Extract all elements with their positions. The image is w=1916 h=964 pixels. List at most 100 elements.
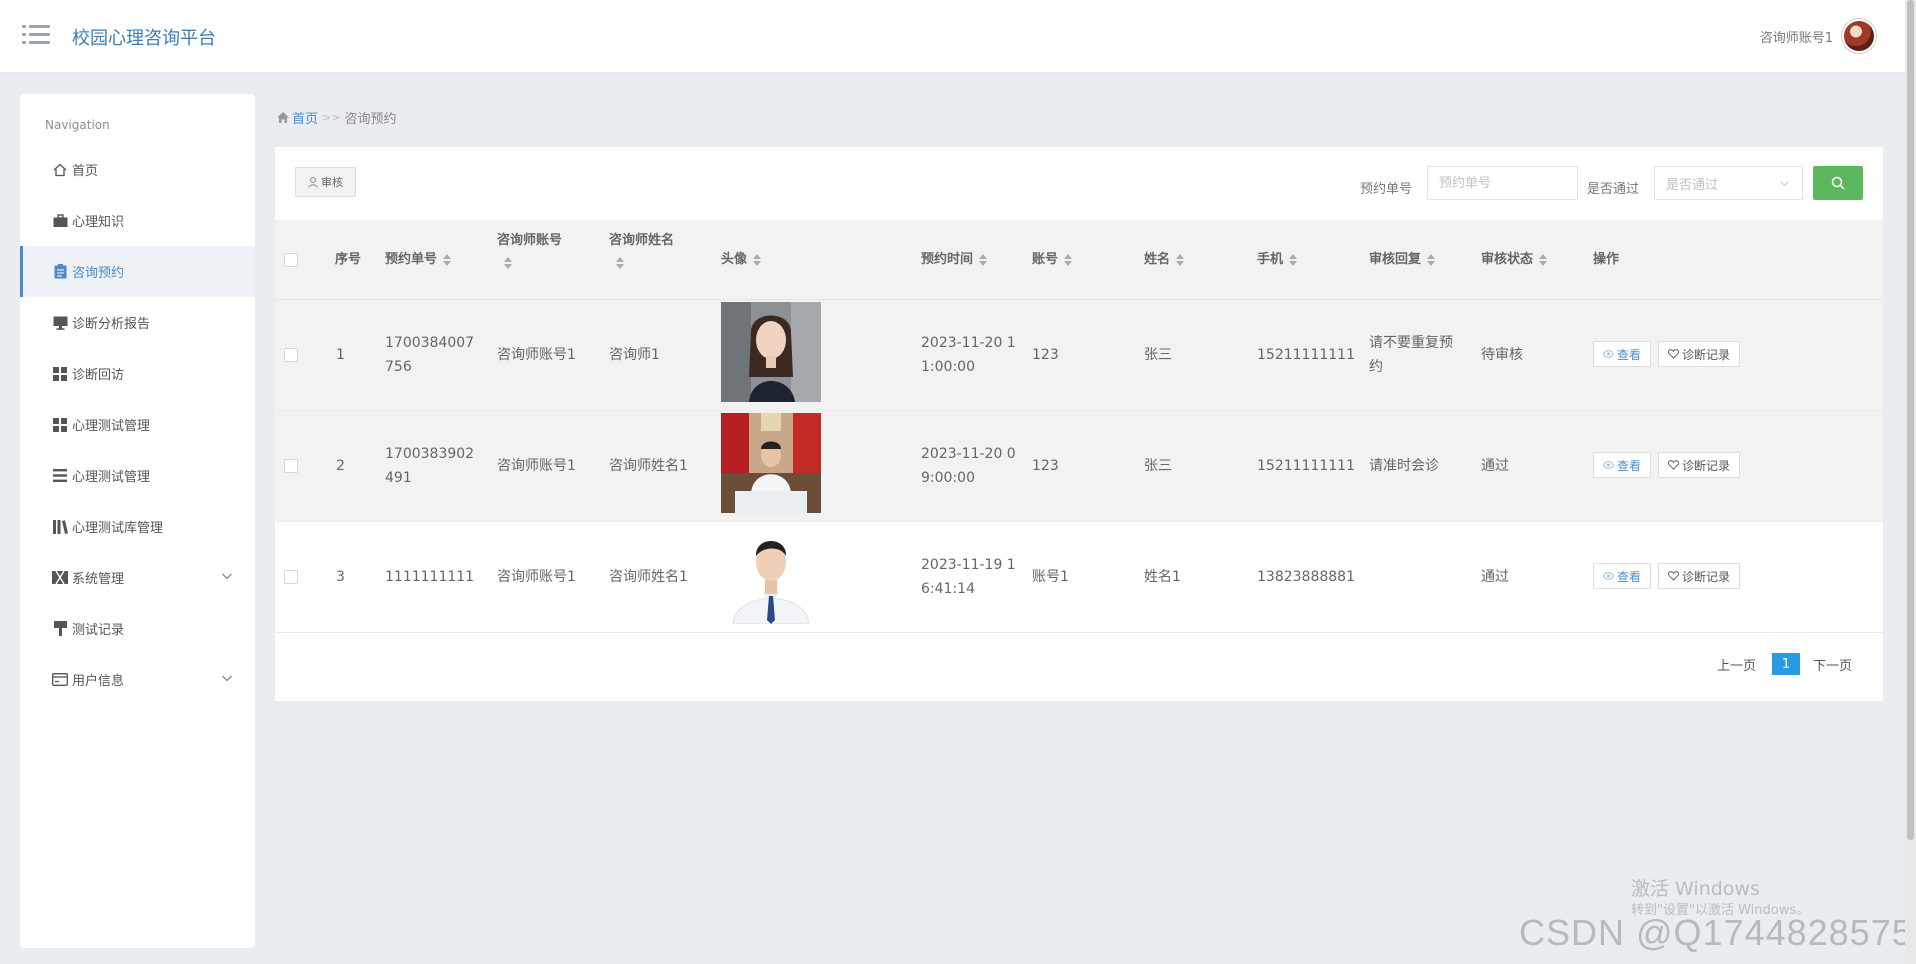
sidebar-item-user-info[interactable]: 用户信息 (20, 654, 255, 705)
column-header-name[interactable]: 姓名 (1144, 249, 1185, 271)
sort-icon[interactable] (1539, 253, 1548, 266)
sidebar-item-test-library[interactable]: 心理测试库管理 (20, 501, 255, 552)
sidebar-item-label: 心理知识 (72, 215, 125, 230)
chevron-down-icon (222, 675, 232, 682)
cell-counselor-name: 咨询师1 (609, 347, 660, 363)
sidebar-item-report[interactable]: 诊断分析报告 (20, 297, 255, 348)
user-icon (308, 176, 318, 188)
avatar[interactable] (1842, 19, 1876, 53)
cell-time: 2023-11-20 11:00:00 (921, 335, 1016, 375)
breadcrumb-current: 咨询预约 (344, 112, 397, 127)
sidebar-item-appointment[interactable]: 咨询预约 (20, 246, 255, 297)
eye-icon (1603, 572, 1614, 580)
sidebar-item-test-manage-list[interactable]: 心理测试管理 (20, 450, 255, 501)
view-button[interactable]: 查看 (1593, 563, 1652, 589)
audit-button[interactable]: 审核 (295, 167, 356, 197)
briefcase-icon (52, 213, 68, 229)
sort-icon[interactable] (443, 253, 452, 266)
cell-index: 1 (336, 347, 345, 363)
cell-counselor-account: 咨询师账号1 (497, 347, 576, 363)
cell-index: 3 (336, 569, 345, 585)
eye-icon (1603, 350, 1614, 358)
table-row: 3 1111111111 咨询师账号1 咨询师姓名1 2023-11-19 16… (275, 522, 1883, 633)
menu-toggle-icon[interactable] (22, 24, 50, 46)
id-card-icon (52, 672, 68, 688)
cell-counselor-name: 咨询师姓名1 (609, 569, 688, 585)
column-header-account[interactable]: 账号 (1032, 249, 1073, 271)
cell-status: 通过 (1481, 458, 1509, 474)
avatar-photo (721, 302, 821, 402)
row-checkbox[interactable] (284, 459, 298, 473)
film-icon (52, 570, 68, 586)
pass-status-select[interactable]: 是否通过 (1654, 166, 1803, 200)
column-header-phone[interactable]: 手机 (1257, 249, 1298, 271)
sidebar-item-test-manage[interactable]: 心理测试管理 (20, 399, 255, 450)
column-header-counselor-name[interactable]: 咨询师姓名 (609, 230, 699, 274)
table-row: 1 1700384007756 咨询师账号1 咨询师1 2023-11-20 1… (275, 300, 1883, 411)
user-name[interactable]: 咨询师账号1 (1760, 27, 1833, 46)
sort-icon[interactable] (1289, 253, 1298, 266)
cell-reply: 请准时会诊 (1369, 458, 1439, 474)
diagnosis-records-button[interactable]: 诊断记录 (1658, 452, 1741, 478)
select-all-checkbox[interactable] (284, 253, 298, 267)
search-button[interactable] (1813, 166, 1863, 200)
page-scrollbar[interactable] (1905, 0, 1916, 964)
cell-account: 123 (1032, 458, 1059, 474)
view-button[interactable]: 查看 (1593, 452, 1652, 478)
sidebar-item-test-records[interactable]: 测试记录 (20, 603, 255, 654)
cell-phone: 13823888881 (1257, 569, 1355, 585)
diagnosis-records-button[interactable]: 诊断记录 (1658, 563, 1741, 589)
diagnosis-records-label: 诊断记录 (1682, 458, 1731, 473)
clipboard-icon (52, 264, 68, 280)
sidebar-item-home[interactable]: 首页 (20, 144, 255, 195)
nav-list: 首页 心理知识 咨询预约 诊断分析报告 诊断回访 心理测试管理 心理测试管理 心… (20, 144, 255, 705)
heart-icon (1668, 571, 1679, 581)
column-header-counselor-account[interactable]: 咨询师账号 (497, 230, 587, 274)
sidebar-item-label: 诊断分析报告 (72, 317, 151, 332)
sort-icon[interactable] (753, 253, 762, 266)
heart-icon (1668, 460, 1679, 470)
sidebar-item-knowledge[interactable]: 心理知识 (20, 195, 255, 246)
table-header: 序号 预约单号 咨询师账号 咨询师姓名 头像 预约时间 账号 姓名 手机 审核回… (275, 220, 1883, 300)
sort-icon[interactable] (616, 256, 624, 269)
column-header-status[interactable]: 审核状态 (1481, 249, 1548, 271)
pagination-page[interactable]: 1 (1772, 653, 1800, 675)
cell-phone: 15211111111 (1257, 347, 1355, 363)
order-number-input[interactable] (1427, 166, 1578, 200)
column-header-reply[interactable]: 审核回复 (1369, 249, 1436, 271)
heart-icon (1668, 349, 1679, 359)
column-header-time[interactable]: 预约时间 (921, 249, 988, 271)
column-header-order-no[interactable]: 预约单号 (385, 249, 452, 271)
nav-title: Navigation (45, 118, 110, 132)
cell-counselor-account: 咨询师账号1 (497, 458, 576, 474)
column-header-avatar[interactable]: 头像 (721, 249, 762, 271)
sort-icon[interactable] (1427, 253, 1436, 266)
sort-icon[interactable] (504, 256, 512, 269)
row-checkbox[interactable] (284, 570, 298, 584)
avatar-photo (721, 413, 821, 513)
cell-time: 2023-11-20 09:00:00 (921, 446, 1016, 486)
diagnosis-records-button[interactable]: 诊断记录 (1658, 341, 1741, 367)
chevron-down-icon (1780, 181, 1789, 187)
cell-account: 账号1 (1032, 569, 1069, 585)
sort-icon[interactable] (1176, 253, 1185, 266)
breadcrumb-home[interactable]: 首页 (277, 108, 318, 127)
sidebar-item-system[interactable]: 系统管理 (20, 552, 255, 603)
filter-pass-label: 是否通过 (1587, 182, 1640, 197)
pagination-prev[interactable]: 上一页 (1717, 655, 1756, 674)
scrollbar-thumb[interactable] (1907, 0, 1914, 840)
view-button[interactable]: 查看 (1593, 341, 1652, 367)
sidebar: Navigation 首页 心理知识 咨询预约 诊断分析报告 诊断回访 心理测试… (20, 94, 255, 948)
sidebar-item-followup[interactable]: 诊断回访 (20, 348, 255, 399)
diagnosis-records-label: 诊断记录 (1682, 347, 1731, 362)
table-row: 2 1700383902491 咨询师账号1 咨询师姓名1 2023-11-20… (275, 411, 1883, 522)
filter-order-label: 预约单号 (1360, 182, 1413, 197)
row-checkbox[interactable] (284, 348, 298, 362)
cell-order-no: 1111111111 (385, 569, 475, 585)
pagination-next[interactable]: 下一页 (1813, 655, 1852, 674)
list-icon (52, 468, 68, 484)
sort-icon[interactable] (1064, 253, 1073, 266)
cell-index: 2 (336, 458, 345, 474)
sort-icon[interactable] (979, 253, 988, 266)
sidebar-item-label: 诊断回访 (72, 368, 125, 383)
